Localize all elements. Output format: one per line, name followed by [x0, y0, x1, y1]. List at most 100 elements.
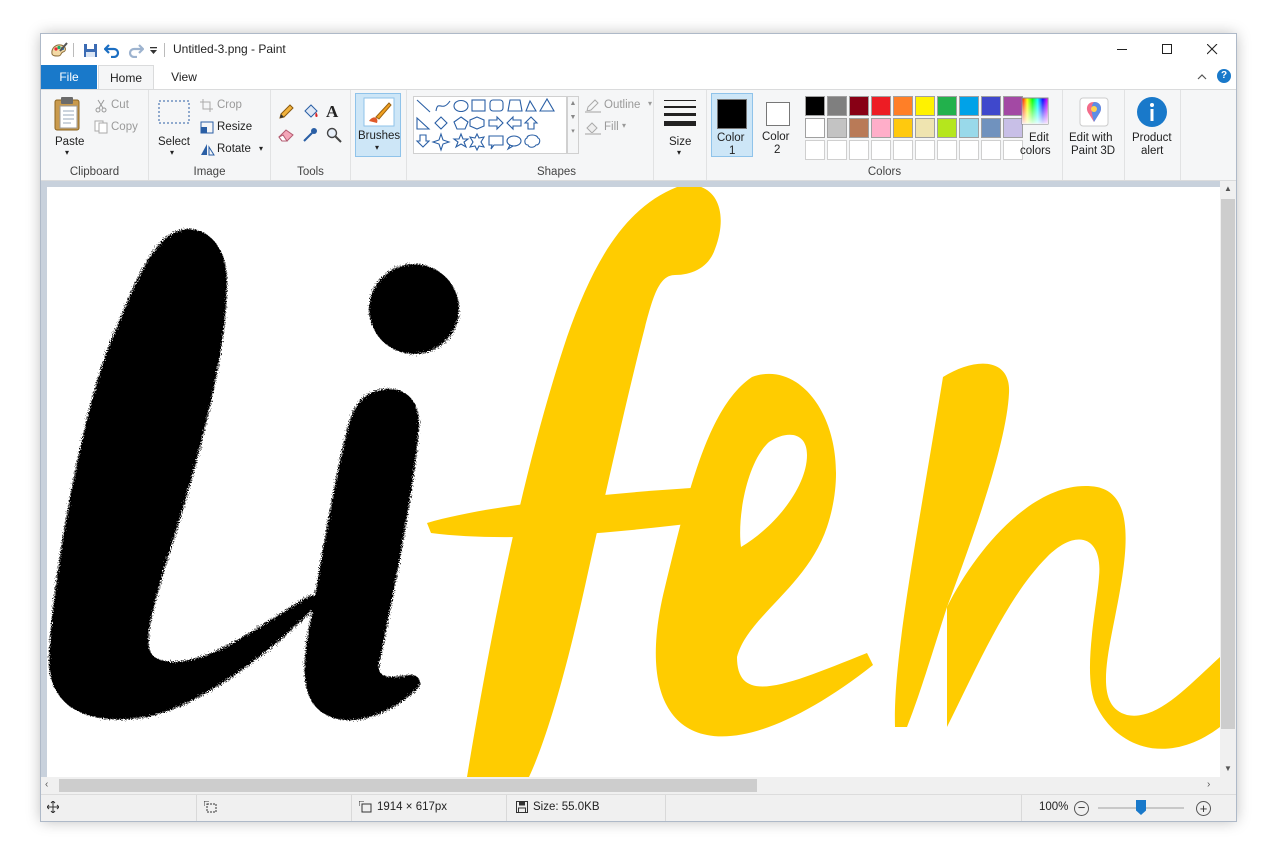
size-button[interactable]: Size: [669, 136, 691, 148]
palette-swatch[interactable]: [981, 118, 1001, 138]
magnifier-icon[interactable]: [326, 127, 342, 146]
paint-app-icon[interactable]: [49, 40, 69, 60]
edit-colors-label-2[interactable]: colors: [1020, 145, 1051, 157]
palette-swatch[interactable]: [827, 96, 847, 116]
custom-color-slot[interactable]: [827, 140, 847, 160]
palette-swatch[interactable]: [915, 96, 935, 116]
vertical-scroll-thumb[interactable]: [1221, 199, 1235, 729]
zoom-slider-thumb[interactable]: [1136, 800, 1146, 815]
palette-swatch[interactable]: [937, 118, 957, 138]
palette-swatch[interactable]: [915, 118, 935, 138]
product-alert-label[interactable]: Product: [1132, 132, 1172, 144]
select-dropdown-icon[interactable]: ▾: [170, 148, 174, 157]
paste-dropdown-icon[interactable]: ▾: [65, 148, 69, 157]
close-button[interactable]: [1189, 34, 1235, 65]
custom-color-slot[interactable]: [893, 140, 913, 160]
scroll-corner: [1220, 777, 1236, 794]
vertical-scrollbar[interactable]: ▲ ▼: [1220, 181, 1236, 777]
cut-button[interactable]: Cut: [111, 99, 129, 111]
custom-color-slot[interactable]: [959, 140, 979, 160]
redo-icon[interactable]: [127, 40, 145, 60]
copy-button[interactable]: Copy: [111, 121, 138, 133]
palette-swatch[interactable]: [871, 118, 891, 138]
palette-swatch[interactable]: [893, 96, 913, 116]
tab-home[interactable]: Home: [98, 65, 154, 90]
custom-color-slot[interactable]: [937, 140, 957, 160]
custom-color-slot[interactable]: [805, 140, 825, 160]
scroll-right-icon[interactable]: ›: [1207, 779, 1210, 790]
text-tool-icon[interactable]: A: [326, 102, 338, 122]
palette-swatch[interactable]: [959, 118, 979, 138]
brushes-button[interactable]: Brushes ▾: [355, 93, 401, 157]
collapse-ribbon-icon[interactable]: [1197, 70, 1207, 84]
custom-color-slot[interactable]: [915, 140, 935, 160]
custom-color-slot[interactable]: [981, 140, 1001, 160]
color1-button[interactable]: Color 1: [711, 93, 753, 157]
maximize-button[interactable]: [1144, 34, 1190, 65]
image-group: Select ▾ Crop Resize Rotate ▾ Image: [149, 90, 271, 180]
size-dropdown-icon[interactable]: ▾: [677, 148, 681, 157]
select-button[interactable]: Select: [158, 136, 190, 148]
color2-button[interactable]: Color 2: [757, 93, 799, 157]
resize-button[interactable]: Resize: [217, 121, 252, 133]
custom-color-slot[interactable]: [871, 140, 891, 160]
palette-swatch[interactable]: [849, 118, 869, 138]
yellow-letters: [427, 187, 1220, 777]
eraser-icon[interactable]: [278, 128, 294, 145]
paint3d-icon[interactable]: [1079, 97, 1109, 130]
undo-icon[interactable]: [103, 40, 121, 60]
palette-swatch[interactable]: [1003, 118, 1023, 138]
help-icon[interactable]: ?: [1217, 69, 1231, 83]
palette-swatch[interactable]: [981, 96, 1001, 116]
fill-dropdown-icon[interactable]: ▾: [622, 121, 626, 130]
image-dimensions: 1914 × 617px: [359, 801, 447, 813]
scroll-up-icon[interactable]: ▲: [1224, 184, 1232, 193]
shapes-gallery[interactable]: [413, 96, 567, 154]
horizontal-scroll-thumb[interactable]: [59, 779, 757, 792]
edit-colors-icon[interactable]: [1021, 97, 1049, 128]
paint3d-label-2[interactable]: Paint 3D: [1071, 145, 1115, 157]
outline-button[interactable]: Outline: [604, 99, 640, 111]
palette-swatch[interactable]: [805, 96, 825, 116]
rotate-dropdown-icon[interactable]: ▾: [259, 144, 263, 153]
tab-view[interactable]: View: [159, 65, 209, 89]
save-icon[interactable]: [81, 40, 99, 60]
tab-file[interactable]: File: [41, 65, 97, 89]
pencil-icon[interactable]: [278, 104, 294, 123]
paste-label[interactable]: Paste: [55, 136, 84, 148]
paint3d-label[interactable]: Edit with: [1069, 132, 1112, 144]
scroll-left-icon[interactable]: ‹: [45, 779, 48, 790]
disk-icon: [516, 801, 528, 813]
select-icon[interactable]: [158, 100, 190, 127]
palette-swatch[interactable]: [959, 96, 979, 116]
customize-qat-icon[interactable]: [147, 40, 159, 60]
crop-button[interactable]: Crop: [217, 99, 242, 111]
custom-color-slot[interactable]: [849, 140, 869, 160]
palette-swatch[interactable]: [871, 96, 891, 116]
fill-icon: [585, 121, 601, 138]
edit-colors-label[interactable]: Edit: [1029, 132, 1049, 144]
shapes-scroll[interactable]: ▲ ▼ ▾: [567, 96, 579, 154]
palette-swatch[interactable]: [849, 96, 869, 116]
fill-bucket-icon[interactable]: [302, 103, 319, 123]
rotate-button[interactable]: Rotate: [217, 143, 251, 155]
palette-swatch[interactable]: [893, 118, 913, 138]
paste-button[interactable]: [53, 96, 83, 135]
size-lines-icon[interactable]: [663, 98, 697, 129]
color-picker-icon[interactable]: [302, 127, 318, 146]
product-alert-label-2[interactable]: alert: [1141, 145, 1163, 157]
scroll-down-icon[interactable]: ▼: [1224, 764, 1232, 773]
outline-dropdown-icon[interactable]: ▾: [648, 99, 652, 108]
minimize-button[interactable]: [1099, 34, 1145, 65]
horizontal-scrollbar[interactable]: ‹ ›: [41, 777, 1220, 794]
rotate-icon: [200, 143, 215, 159]
info-icon[interactable]: [1136, 96, 1168, 131]
palette-swatch[interactable]: [937, 96, 957, 116]
zoom-out-button[interactable]: −: [1074, 801, 1089, 816]
zoom-in-button[interactable]: +: [1196, 801, 1211, 816]
drawing-canvas[interactable]: [47, 187, 1220, 777]
palette-swatch[interactable]: [827, 118, 847, 138]
palette-swatch[interactable]: [1003, 96, 1023, 116]
fill-button[interactable]: Fill: [604, 121, 619, 133]
palette-swatch[interactable]: [805, 118, 825, 138]
